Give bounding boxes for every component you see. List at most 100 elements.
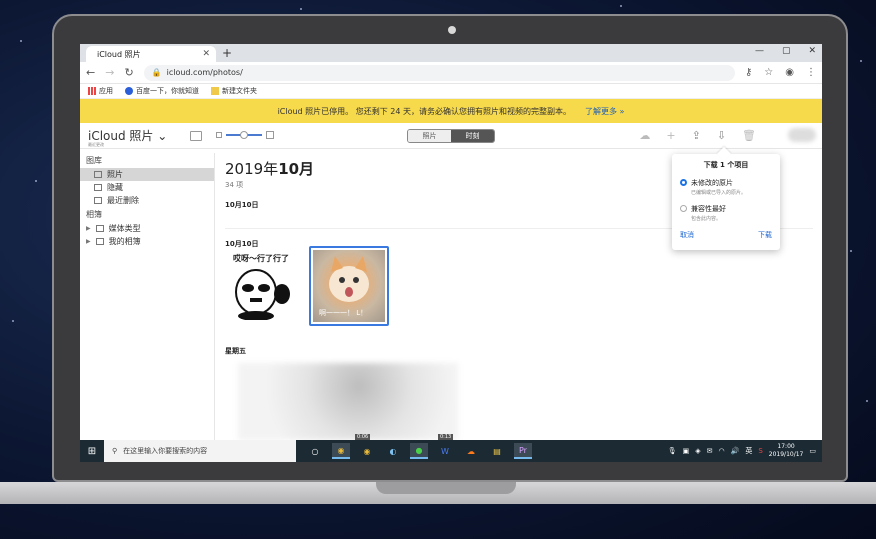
folder-icon	[95, 238, 104, 245]
share-icon[interactable]: ⇪	[692, 129, 701, 142]
profile-icon[interactable]: ◉	[785, 67, 794, 78]
star-icon[interactable]: ☆	[764, 67, 773, 78]
windows-start-icon[interactable]: ⊞	[80, 446, 104, 457]
option-most-compatible[interactable]: 兼容性最好 包含此内容。	[680, 204, 772, 222]
tab-title: iCloud 照片	[97, 49, 141, 59]
shield-icon[interactable]: ◈	[695, 447, 700, 455]
sidebar-item-hidden[interactable]: 隐藏	[80, 181, 214, 194]
close-window-button[interactable]: ✕	[808, 46, 816, 56]
antivirus-icon[interactable]: S	[758, 447, 762, 455]
learn-more-link[interactable]: 了解更多 »	[585, 106, 624, 117]
tab-bar: iCloud 照片 ✕ + — ▢ ✕	[80, 44, 822, 62]
trash-icon[interactable]: 🗑	[742, 129, 756, 142]
wifi-icon[interactable]: ◠	[719, 447, 725, 455]
chat-icon[interactable]: ✉	[707, 447, 713, 455]
download-icon[interactable]: ⇩	[717, 129, 726, 142]
forward-icon[interactable]: →	[105, 66, 114, 79]
search-icon: ⚲	[112, 447, 118, 455]
deactivation-banner: iCloud 照片已停用。 您还剩下 24 天，请务必确认您拥有照片和视频的完整…	[80, 99, 822, 123]
camera-icon	[448, 26, 456, 34]
volume-icon[interactable]: 🔊	[731, 447, 740, 455]
folder-icon	[95, 225, 104, 232]
menu-icon[interactable]: ⋮	[806, 67, 816, 78]
zoom-knob[interactable]	[240, 131, 248, 139]
radio-unselected[interactable]	[680, 205, 687, 212]
folder-icon	[211, 87, 219, 95]
brand-subtitle: 最近更改	[88, 142, 104, 147]
screen: iCloud 照片 ✕ + — ▢ ✕ ← → ↻ 🔒 icloud.com/p…	[80, 44, 822, 462]
cat-photo-selected[interactable]: 啊一一一！ L！	[309, 246, 389, 326]
url-field[interactable]: 🔒 icloud.com/photos/	[143, 64, 735, 81]
sidebar-item-photos[interactable]: 照片	[80, 168, 214, 181]
cortana-icon[interactable]: ○	[306, 443, 324, 459]
sidebar-toggle-icon[interactable]	[190, 131, 202, 141]
meme-caption: 哎呀～行了行了	[233, 254, 289, 263]
zoom-slider[interactable]	[216, 131, 274, 139]
minimize-button[interactable]: —	[755, 46, 764, 56]
tab-close-icon[interactable]: ✕	[202, 49, 210, 59]
toolbar-actions: ☁ + ⇪ ⇩ 🗑	[639, 129, 756, 142]
address-bar: ← → ↻ 🔒 icloud.com/photos/ ⚷ ☆ ◉ ⋮	[80, 62, 822, 84]
albums-header: 相簿	[86, 210, 102, 219]
wps-icon[interactable]: W	[436, 443, 454, 459]
ime-indicator[interactable]: 英	[745, 446, 752, 456]
segment-moments[interactable]: 时刻	[451, 130, 494, 142]
panda-meme-image	[235, 269, 290, 321]
cat-image: 啊一一一！ L！	[313, 250, 385, 322]
laptop-notch	[376, 482, 516, 494]
notification-icon[interactable]: ▭	[809, 447, 816, 455]
new-tab-button[interactable]: +	[222, 46, 232, 60]
photos-icon	[94, 171, 102, 178]
option-unmodified-original[interactable]: 未修改的原片 已编辑或已导入的原片。	[680, 178, 772, 196]
url-text: icloud.com/photos/	[166, 68, 243, 77]
section-date: 星期五	[225, 347, 246, 355]
chevron-down-icon: ⌄	[157, 129, 168, 143]
browser-tab[interactable]: iCloud 照片 ✕	[86, 46, 216, 62]
hidden-icon	[94, 184, 102, 191]
sidebar-item-my-albums[interactable]: ▶ 我的相簿	[80, 235, 214, 248]
bookmark-baidu[interactable]: 百度一下，你就知道	[125, 86, 199, 96]
segment-photos[interactable]: 照片	[408, 130, 451, 142]
windows-taskbar: ⊞ ⚲ 在这里输入你要搜索的内容 ○ ◉ ◉ ◐ ● W ☁ ▤ Pr 🎙 ▣ …	[80, 440, 822, 462]
lock-icon: 🔒	[151, 68, 162, 77]
sidebar: 图库 照片 隐藏 最近删除 相簿 ▶ 媒体类型 ▶ 我的相簿	[80, 153, 215, 440]
account-avatar[interactable]	[788, 128, 816, 142]
photos-toolbar: iCloud 照片 ⌄ 最近更改 照片 时刻 ☁ + ⇪ ⇩ 🗑	[80, 123, 822, 149]
chevron-right-icon[interactable]: ▶	[86, 238, 91, 245]
chevron-right-icon[interactable]: ▶	[86, 225, 91, 232]
sidebar-item-recently-deleted[interactable]: 最近删除	[80, 194, 214, 207]
reload-icon[interactable]: ↻	[124, 66, 133, 79]
meme-photo[interactable]: 哎呀～行了行了	[226, 253, 296, 323]
sidebar-item-media-types[interactable]: ▶ 媒体类型	[80, 222, 214, 235]
chrome-icon[interactable]: ◉	[332, 443, 350, 459]
explorer-icon[interactable]: ▤	[488, 443, 506, 459]
mic-icon[interactable]: 🎙	[668, 447, 677, 455]
download-popover: 下载 1 个项目 未修改的原片 已编辑或已导入的原片。 兼容性最好 包含此内容。…	[672, 154, 780, 250]
cancel-button[interactable]: 取消	[680, 230, 694, 240]
bookmark-folder[interactable]: 新建文件夹	[211, 86, 257, 96]
window-controls: — ▢ ✕	[755, 46, 816, 56]
popover-title: 下载 1 个项目	[703, 161, 749, 169]
edge-icon[interactable]: ◐	[384, 443, 402, 459]
taskbar-search[interactable]: ⚲ 在这里输入你要搜索的内容	[104, 440, 296, 462]
clock[interactable]: 17:00 2019/10/17	[769, 443, 804, 459]
key-icon[interactable]: ⚷	[745, 67, 752, 78]
add-icon[interactable]: +	[666, 129, 675, 142]
camera-icon[interactable]: ▣	[683, 447, 690, 455]
bookmarks-bar: 应用 百度一下，你就知道 新建文件夹	[80, 84, 822, 99]
upload-icon[interactable]: ☁	[639, 129, 650, 142]
blurred-photos	[238, 363, 458, 440]
cat-caption: 啊一一一！ L！	[319, 309, 368, 317]
maximize-button[interactable]: ▢	[782, 46, 791, 56]
chrome-icon[interactable]: ◉	[358, 443, 376, 459]
radio-selected[interactable]	[680, 179, 687, 186]
premiere-icon[interactable]: Pr	[514, 443, 532, 459]
soundcloud-icon[interactable]: ☁	[462, 443, 480, 459]
view-segmented-control: 照片 时刻	[407, 129, 495, 143]
wechat-icon[interactable]: ●	[410, 443, 428, 459]
back-icon[interactable]: ←	[86, 66, 95, 79]
banner-text: iCloud 照片已停用。 您还剩下 24 天，请务必确认您拥有照片和视频的完整…	[277, 106, 571, 116]
bookmark-apps[interactable]: 应用	[88, 86, 113, 96]
library-header: 图库	[86, 156, 102, 165]
download-button[interactable]: 下载	[758, 230, 772, 240]
